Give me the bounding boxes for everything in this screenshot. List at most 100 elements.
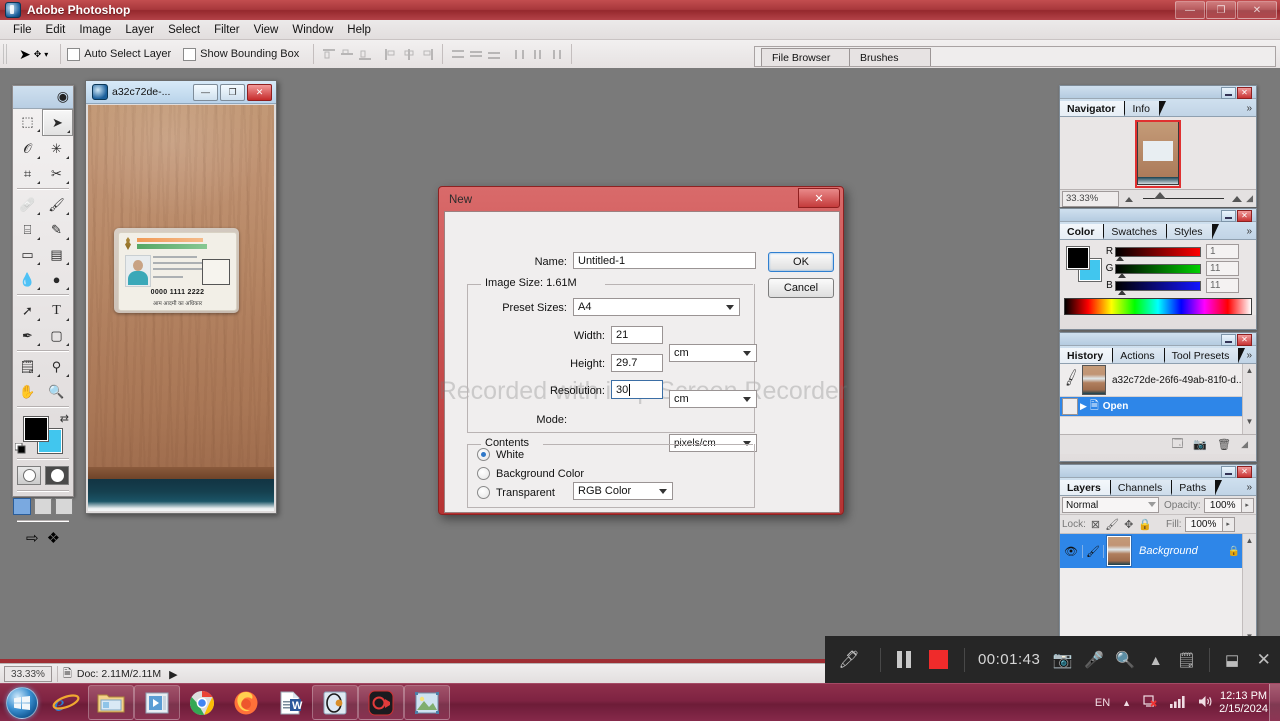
distribute-right-edges-icon[interactable] [549,48,563,61]
contents-option-transparent[interactable]: Transparent [477,486,555,499]
layers-close-button[interactable]: ✕ [1237,466,1252,478]
tool-move[interactable]: ➤ [42,109,73,136]
tab-paths[interactable]: Paths [1172,480,1222,495]
lock-all-icon[interactable]: 🔒 [1138,518,1152,531]
tool-dodge[interactable]: ● [42,267,71,292]
options-bar-grip[interactable] [3,44,9,64]
align-vertical-centers-icon[interactable] [340,48,354,61]
fill-value[interactable]: 100% [1184,516,1223,532]
tab-color[interactable]: Color [1060,224,1111,239]
caption-board-icon[interactable]: 🗒 [1171,651,1202,669]
color-palette-titlebar[interactable]: ✕ [1060,209,1256,222]
well-tab-brushes[interactable]: Brushes [849,48,931,66]
menu-help[interactable]: Help [340,22,378,38]
navigator-zoom-slider[interactable] [1143,192,1225,199]
align-bottom-edges-icon[interactable] [358,48,372,61]
quick-mask-mode-button[interactable] [45,465,69,485]
full-screen-mode-button[interactable] [55,497,73,515]
tool-hand[interactable]: ✋ [13,379,42,404]
zoom-out-icon[interactable] [1125,193,1133,205]
standard-screen-mode-button[interactable] [13,497,31,515]
tab-history[interactable]: History [1060,348,1120,363]
taskbar-firefox-icon[interactable] [224,685,268,720]
tab-swatches[interactable]: Swatches [1104,224,1173,239]
navigator-zoom-value[interactable]: 33.33% [1062,190,1119,207]
tool-brush[interactable]: 🖌 [42,192,71,217]
menu-file[interactable]: File [6,22,39,38]
tool-gradient[interactable]: ▤ [42,242,71,267]
distribute-horizontal-centers-icon[interactable] [531,48,545,61]
fill-stepper-icon[interactable]: ▸ [1222,516,1235,532]
navigator-palette-titlebar[interactable]: ✕ [1060,86,1256,99]
tool-eyedropper[interactable]: ⚲ [42,354,71,379]
magnifier-icon[interactable]: 🔍 [1110,650,1141,670]
tool-healing-brush[interactable]: 🩹 [13,192,42,217]
close-button[interactable]: ✕ [1237,1,1277,19]
preset-sizes-select[interactable]: A4 [573,298,740,316]
tool-lasso[interactable]: 𝒪 [13,136,42,161]
menu-image[interactable]: Image [72,22,118,38]
navigator-view-rectangle[interactable] [1135,120,1181,188]
align-left-edges-icon[interactable] [384,48,398,61]
stop-button[interactable] [921,650,957,669]
foreground-color-swatch[interactable] [23,416,49,442]
auto-select-layer-checkbox[interactable] [67,47,81,61]
zoom-in-icon[interactable] [1232,193,1243,205]
color-close-button[interactable]: ✕ [1237,210,1252,222]
ok-button[interactable]: OK [768,252,834,272]
history-state-row-open[interactable]: ▶ 🗎 Open [1060,397,1256,417]
tool-history-brush[interactable]: ✎ [42,217,71,242]
layer-link-brush-icon[interactable]: 🖌 [1082,544,1104,558]
tool-crop[interactable]: ⌗ [13,161,42,186]
minimize-toolbar-icon[interactable]: ⬓ [1217,651,1248,669]
document-titlebar[interactable]: a32c72de-... — ❐ ✕ [86,81,276,104]
tool-notes[interactable]: 🗒 [13,354,42,379]
tool-marquee[interactable]: ⬚ [13,109,42,134]
opacity-value[interactable]: 100% [1203,497,1242,513]
resize-grip-icon[interactable]: ◢ [1241,439,1248,450]
tool-slice[interactable]: ✂ [42,161,71,186]
cancel-button[interactable]: Cancel [768,278,834,298]
navigator-menu-icon[interactable]: » [1246,103,1252,114]
signal-bars-icon[interactable] [1170,695,1186,711]
tab-channels[interactable]: Channels [1110,480,1179,495]
microphone-muted-icon[interactable]: 🎤 [1079,650,1110,670]
navigator-close-button[interactable]: ✕ [1237,87,1252,99]
zoom-level-field[interactable]: 33.33% [4,666,52,682]
taskbar-photoshop-icon[interactable] [312,685,358,720]
spotlight-cone-icon[interactable]: ▲ [1140,652,1171,668]
color-minimize-button[interactable] [1221,210,1236,222]
tool-type[interactable]: T [42,298,71,323]
height-unit-select[interactable]: cm [669,390,757,408]
toolbox-header[interactable]: ◉ [13,86,73,109]
tool-magic-wand[interactable]: ✳ [42,136,71,161]
distribute-bottom-edges-icon[interactable] [487,48,501,61]
distribute-top-edges-icon[interactable] [451,48,465,61]
history-brush-toggle[interactable] [1062,398,1078,415]
tool-eraser[interactable]: ▭ [13,242,42,267]
taskbar-photo-viewer-icon[interactable] [404,685,450,720]
show-desktop-button[interactable] [1269,684,1280,721]
color-menu-icon[interactable]: » [1246,226,1252,237]
start-button[interactable] [0,685,44,720]
create-document-from-state-icon[interactable]: 🗔 [1171,435,1183,454]
align-horizontal-centers-icon[interactable] [402,48,416,61]
dialog-titlebar[interactable]: New ✕ [442,188,840,210]
channel-g-slider[interactable] [1115,263,1201,278]
menu-select[interactable]: Select [161,22,207,38]
history-close-button[interactable]: ✕ [1237,334,1252,346]
tool-blur[interactable]: 💧 [13,267,42,292]
name-input[interactable]: Untitled-1 [573,252,756,269]
width-unit-select[interactable]: cm [669,344,757,362]
channel-r-value[interactable]: 1 [1206,244,1239,259]
navigator-minimize-button[interactable] [1221,87,1236,99]
channel-g-value[interactable]: 11 [1206,261,1239,276]
taskbar-chrome-icon[interactable] [180,685,224,720]
resize-grip-icon[interactable]: ◢ [1246,193,1253,204]
dialog-close-button[interactable]: ✕ [798,188,840,208]
jump-to-imageready-icon[interactable]: ⇨ [26,529,39,547]
layer-visibility-eye-icon[interactable]: 👁 [1060,545,1082,558]
navigator-preview[interactable] [1060,117,1256,189]
network-disconnected-icon[interactable] [1143,694,1158,711]
tab-info[interactable]: Info [1125,101,1166,116]
